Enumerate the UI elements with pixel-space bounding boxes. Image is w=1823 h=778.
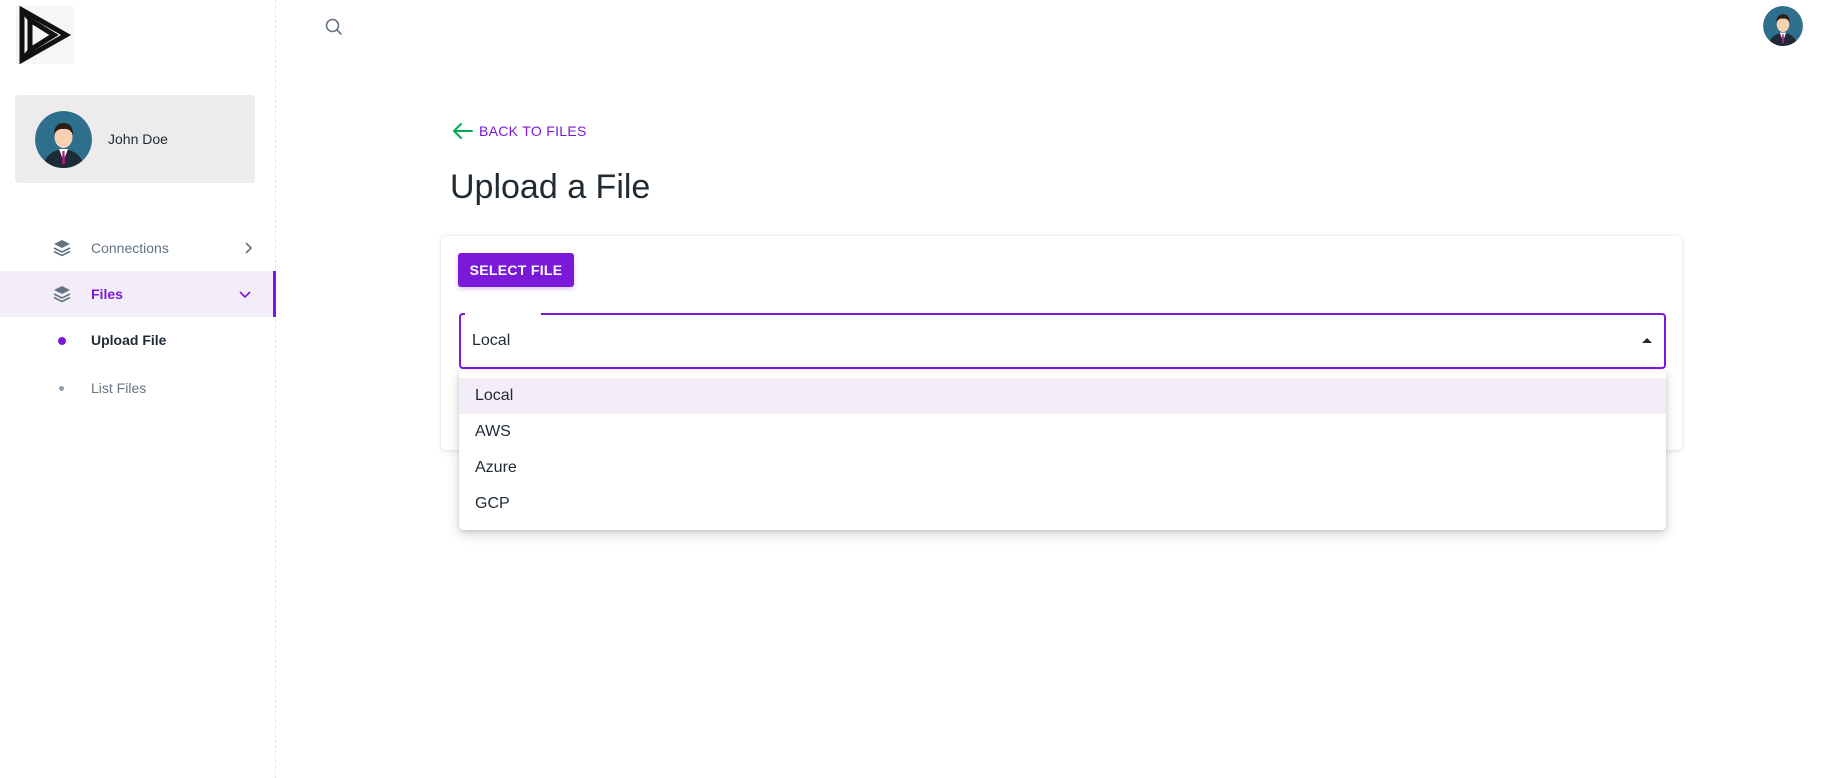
storage-select[interactable]: Local [459,313,1666,369]
back-link-label: BACK TO FILES [479,123,587,139]
account-avatar-button[interactable] [1763,6,1803,46]
account-name: John Doe [108,131,168,147]
select-file-button[interactable]: SELECT FILE [458,253,574,287]
back-to-files-link[interactable]: BACK TO FILES [452,122,587,140]
dropdown-option-gcp[interactable]: GCP [459,486,1666,522]
dropdown-option-azure[interactable]: Azure [459,450,1666,486]
app-logo[interactable] [16,5,74,65]
storage-select-value: Local [472,332,511,349]
sidebar-item-label: Connections [91,240,169,256]
avatar [35,110,92,168]
layers-icon [53,240,71,257]
search-icon [325,18,342,35]
sidebar-item-label: Files [91,286,123,302]
dropdown-option-aws[interactable]: AWS [459,414,1666,450]
sidebar-subitem-label: Upload File [91,332,167,348]
sidebar-item-connections[interactable]: Connections [0,225,276,271]
arrow-left-icon [453,123,473,139]
sidebar-item-files[interactable]: Files [0,271,276,317]
select-label-notch [465,313,541,316]
caret-up-icon [1642,338,1652,343]
chevron-right-icon [245,242,253,254]
search-button[interactable] [323,16,345,38]
avatar [1763,6,1803,46]
sidebar: John Doe Connections Files Upload File L… [0,0,276,778]
bullet-dot-icon [58,337,66,345]
sidebar-subitem-upload-file[interactable]: Upload File [0,319,276,363]
sidebar-subitem-label: List Files [91,380,147,396]
page-title: Upload a File [450,168,651,206]
layers-icon [53,286,71,303]
account-card[interactable]: John Doe [15,95,255,183]
logo-icon [19,5,72,65]
chevron-down-icon [239,291,251,299]
bullet-dot-icon [59,386,64,391]
dropdown-option-local[interactable]: Local [459,378,1666,414]
storage-dropdown-menu: Local AWS Azure GCP [459,370,1666,530]
sidebar-subitem-list-files[interactable]: List Files [0,367,276,411]
